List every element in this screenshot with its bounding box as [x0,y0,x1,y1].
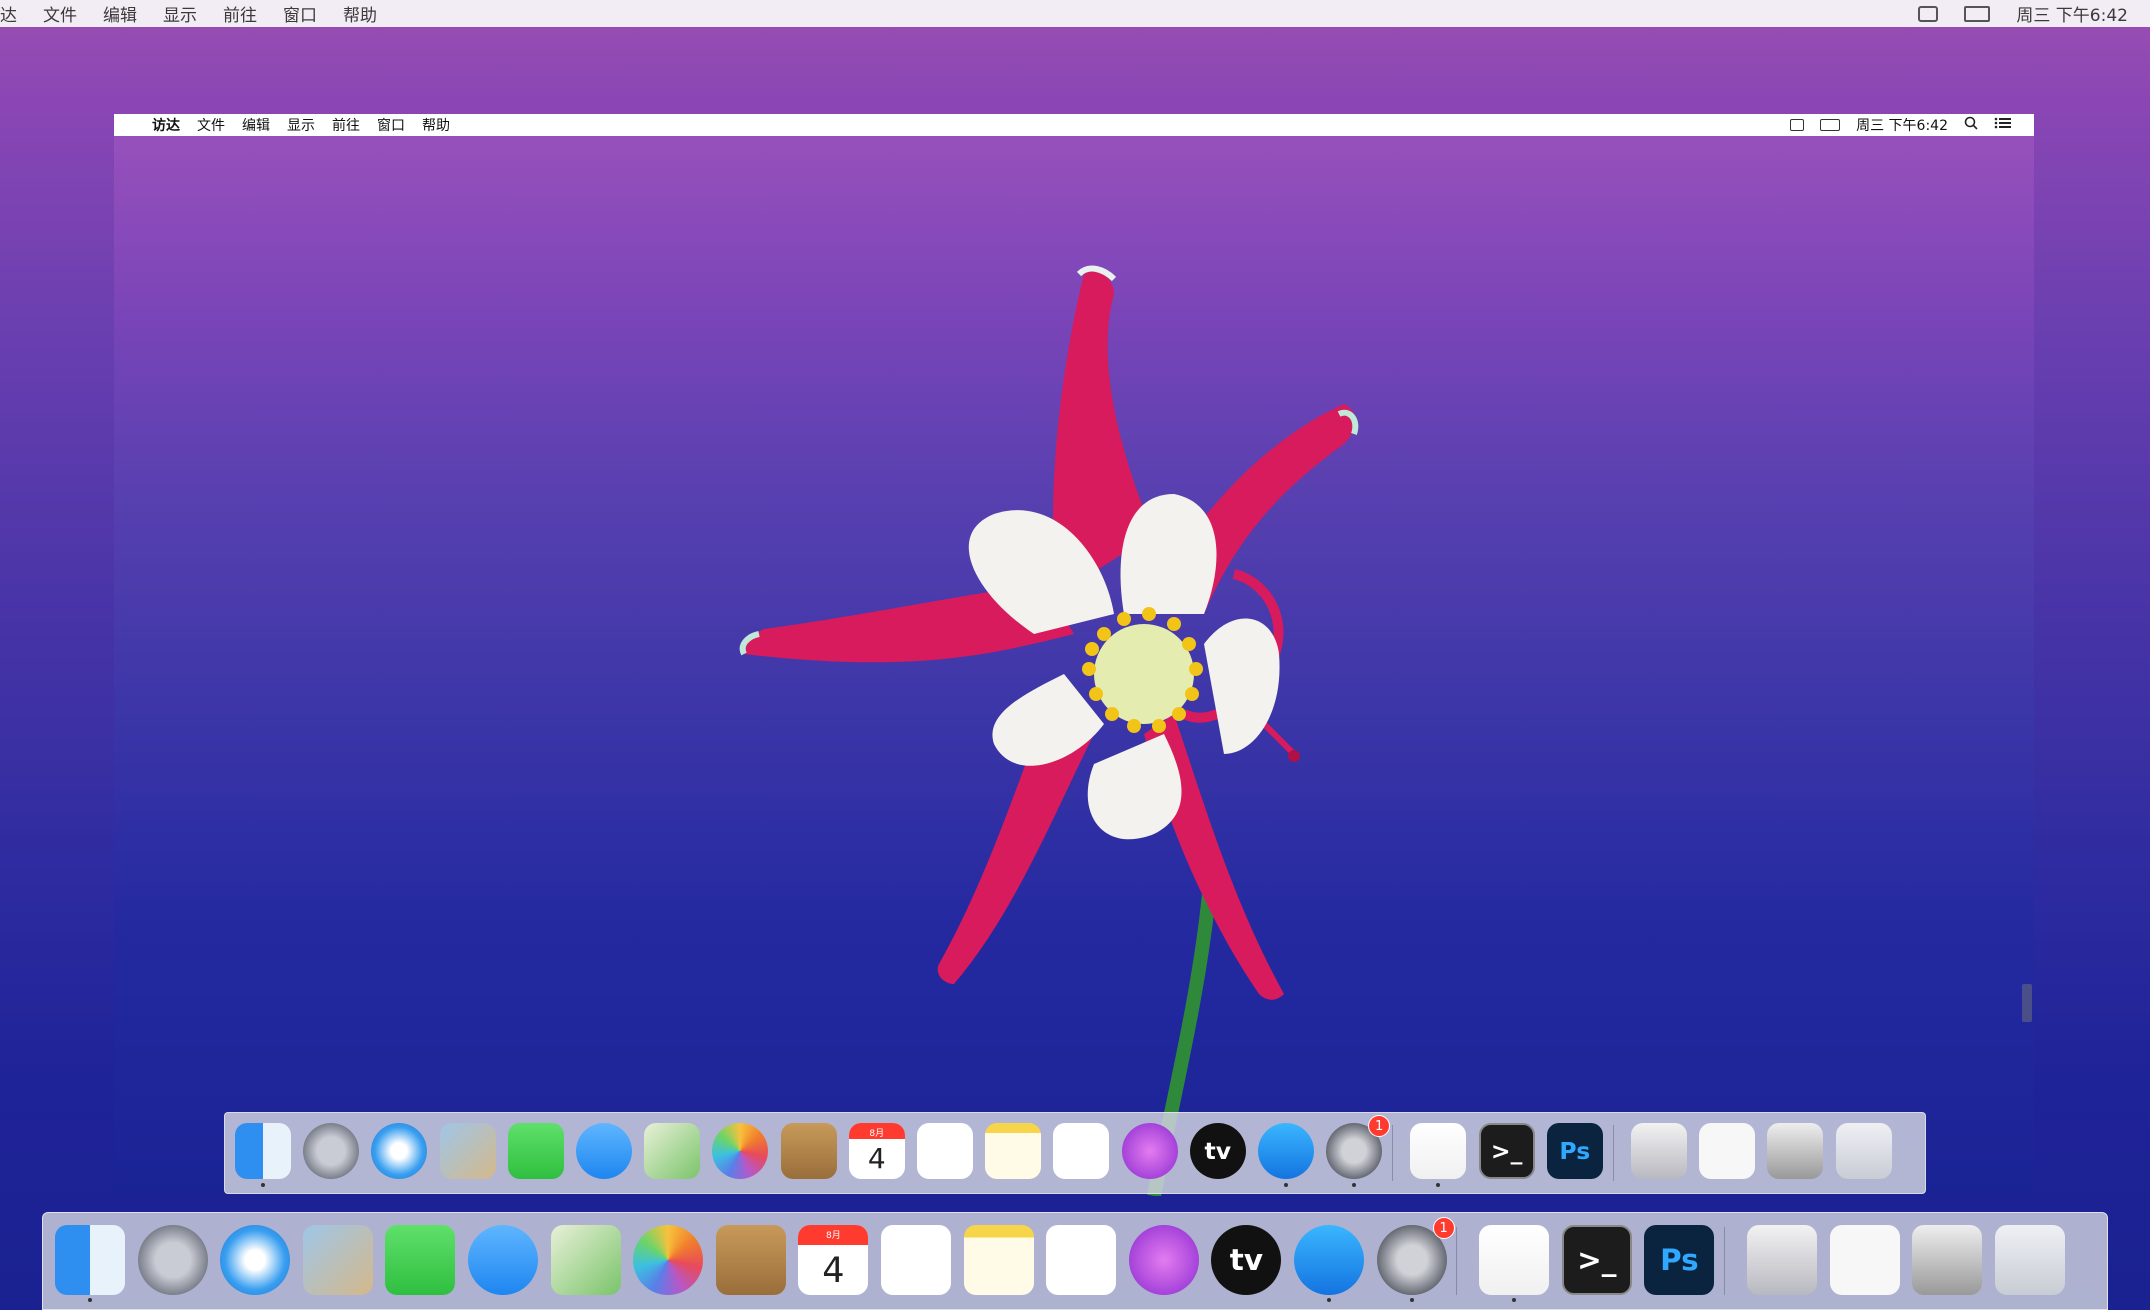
pages-icon[interactable] [1479,1225,1550,1295]
vm-clock[interactable]: 周三 下午6:42 [1856,115,1948,135]
app-store-icon[interactable] [1258,1123,1314,1179]
vm-menu-file[interactable]: 文件 [197,115,225,135]
vm-menu-bar: 访达 文件 编辑 显示 前往 窗口 帮助 周三 下午6:42 [114,114,2034,136]
notes-icon[interactable] [985,1123,1042,1179]
podcasts-icon[interactable] [1128,1225,1199,1295]
host-app-name[interactable]: 达 [0,1,17,26]
virtual-machine-screen[interactable]: 访达 文件 编辑 显示 前往 窗口 帮助 周三 下午6:42 8月 4 tv 1 >_ P… [114,114,2034,1196]
facetime-icon[interactable] [385,1225,456,1295]
host-menu-file[interactable]: 文件 [43,1,77,26]
finder-icon[interactable] [235,1123,291,1179]
running-indicator [1284,1183,1288,1187]
dock-separator [1613,1125,1614,1181]
running-indicator [1436,1183,1441,1187]
podcasts-icon[interactable] [1121,1123,1178,1179]
downloads-stack-icon[interactable] [1631,1123,1687,1179]
apple-tv-label: tv [1229,1243,1263,1277]
contacts-icon[interactable] [780,1123,837,1179]
dock-separator [1392,1125,1394,1181]
vm-display-mirroring-icon[interactable] [1820,119,1841,131]
photos-icon[interactable] [712,1123,769,1179]
vm-scroll-handle[interactable] [2022,984,2032,1022]
host-menu-edit[interactable]: 编辑 [103,1,137,26]
vm-dock: 8月 4 tv 1 >_ Ps [224,1112,1926,1194]
vm-input-method-icon[interactable] [1790,119,1805,131]
apple-tv-label: tv [1204,1137,1232,1165]
vm-menu-window[interactable]: 窗口 [377,115,405,135]
host-menu-bar: 达 文件 编辑 显示 前往 窗口 帮助 周三 下午6:42 [0,0,2150,27]
running-indicator [1409,1298,1414,1302]
app-store-icon[interactable] [1294,1225,1364,1295]
running-indicator [1352,1183,1357,1187]
screenshots-stack-icon[interactable] [1767,1123,1824,1179]
maps-icon[interactable] [550,1225,621,1295]
calendar-month: 8月 [826,1231,841,1241]
music-icon[interactable] [1053,1123,1110,1179]
notification-center-icon[interactable] [1994,117,2012,133]
messages-icon[interactable] [576,1123,632,1179]
calendar-icon[interactable]: 8月 4 [798,1225,869,1295]
terminal-label: >_ [1490,1137,1523,1165]
running-indicator [1327,1298,1331,1302]
trash-icon[interactable] [1835,1123,1892,1179]
host-menu-view[interactable]: 显示 [163,1,197,26]
screenshots-stack-icon[interactable] [1912,1225,1983,1295]
launchpad-icon[interactable] [303,1123,360,1179]
dock-separator [1456,1227,1458,1295]
notification-badge: 1 [1432,1217,1455,1239]
spotlight-search-icon[interactable] [1964,116,1978,134]
photoshop-icon[interactable]: Ps [1644,1225,1715,1295]
vm-menu-go[interactable]: 前往 [332,115,360,135]
calendar-icon[interactable]: 8月 4 [848,1123,905,1179]
messages-icon[interactable] [468,1225,538,1295]
dock-separator [1724,1227,1725,1295]
photos-icon[interactable] [633,1225,704,1295]
maps-icon[interactable] [644,1123,701,1179]
photoshop-label: Ps [1660,1243,1699,1277]
photoshop-icon[interactable]: Ps [1546,1123,1603,1179]
display-mirroring-icon[interactable] [1964,5,1991,22]
calendar-day: 4 [822,1251,845,1291]
finder-icon[interactable] [55,1225,125,1295]
apple-tv-icon[interactable]: tv [1211,1225,1282,1295]
safari-icon[interactable] [371,1123,428,1179]
wallpaper-flower [739,265,1359,1196]
pages-icon[interactable] [1410,1123,1467,1179]
photoshop-label: Ps [1559,1137,1591,1165]
terminal-label: >_ [1577,1243,1617,1277]
vm-app-name[interactable]: 访达 [152,115,180,135]
vm-menu-edit[interactable]: 编辑 [242,115,270,135]
calendar-day: 4 [867,1142,886,1175]
terminal-icon[interactable]: >_ [1478,1123,1535,1179]
vm-menu-help[interactable]: 帮助 [422,115,450,135]
host-dock: 8月 4 tv 1 >_ Ps [42,1212,2108,1310]
running-indicator [88,1298,92,1302]
input-method-icon[interactable] [1918,5,1939,22]
host-menu-go[interactable]: 前往 [223,1,257,26]
music-icon[interactable] [1046,1225,1117,1295]
reminders-icon[interactable] [917,1123,973,1179]
host-clock[interactable]: 周三 下午6:42 [2016,1,2128,26]
launchpad-icon[interactable] [137,1225,208,1295]
mail-icon[interactable] [302,1225,373,1295]
notes-icon[interactable] [963,1225,1034,1295]
apple-tv-icon[interactable]: tv [1189,1123,1246,1179]
facetime-icon[interactable] [507,1123,564,1179]
safari-icon[interactable] [220,1225,291,1295]
host-menu-help[interactable]: 帮助 [343,1,377,26]
host-menu-window[interactable]: 窗口 [283,1,317,26]
mail-icon[interactable] [439,1123,496,1179]
downloads-stack-icon[interactable] [1747,1225,1817,1295]
contacts-icon[interactable] [715,1225,786,1295]
documents-stack-icon[interactable] [1699,1123,1756,1179]
documents-stack-icon[interactable] [1829,1225,1900,1295]
trash-icon[interactable] [1994,1225,2065,1295]
terminal-icon[interactable]: >_ [1561,1225,1632,1295]
calendar-month: 8月 [869,1129,885,1139]
vm-menu-view[interactable]: 显示 [287,115,315,135]
running-indicator [1512,1298,1517,1302]
reminders-icon[interactable] [881,1225,951,1295]
notification-badge: 1 [1368,1115,1391,1137]
running-indicator [261,1183,265,1187]
